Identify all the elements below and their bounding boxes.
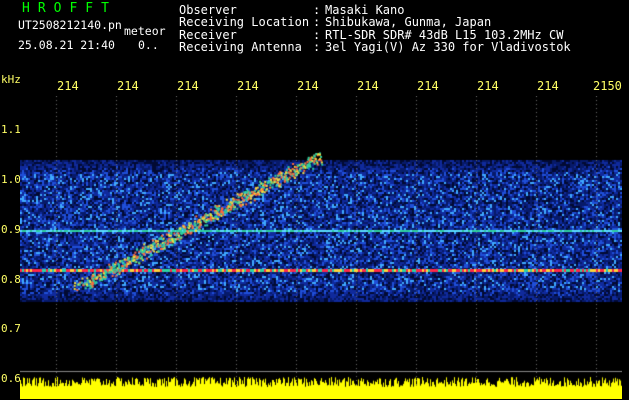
spectrogram-screen: HROFFT UT2508212140.pn meteor 25.08.21 2… <box>0 0 629 400</box>
x-tick-label: 214 <box>237 80 259 93</box>
info-label: Receiving Location <box>179 15 310 30</box>
info-label: Receiving Antenna <box>179 39 302 54</box>
x-tick-label: 214 <box>117 80 139 93</box>
info-row-location: Receiving Location: Shibukawa, Gunma, Jap… <box>179 15 571 30</box>
y-axis-unit: kHz <box>1 73 21 86</box>
x-tick-label: 214 <box>357 80 379 93</box>
x-tick-label: 214 <box>177 80 199 93</box>
info-separator: : <box>313 39 321 54</box>
y-tick-label: 0.7 <box>1 322 21 335</box>
mode-label: meteor <box>124 24 166 38</box>
app-title: HROFFT <box>22 1 117 16</box>
y-tick-label: 0.8 <box>1 273 21 286</box>
info-row-antenna: Receiving Antenna:3el Yagi(V) Az 330 for… <box>179 39 571 54</box>
date-time: 25.08.21 21:40 <box>18 38 115 52</box>
info-separator: : <box>313 15 321 30</box>
x-tick-label: 214 <box>537 80 559 93</box>
file-name: UT2508212140.pn <box>18 18 122 32</box>
info-value: Shibukawa, Gunma, Japan <box>325 15 492 30</box>
count-value: 0.. <box>138 38 159 52</box>
station-info: Observer: Masaki Kano Receiving Location:… <box>179 4 571 53</box>
x-tick-label: 214 <box>477 80 499 93</box>
y-tick-label: 1.0 <box>1 173 21 186</box>
info-value: 3el Yagi(V) Az 330 for Vladivostok <box>325 39 571 54</box>
x-tick-label: 214 <box>57 80 79 93</box>
x-tick-label: 2150 <box>593 80 622 93</box>
x-tick-label: 214 <box>297 80 319 93</box>
y-tick-label: 0.6 <box>1 372 21 385</box>
spectrogram-canvas <box>20 96 622 399</box>
y-tick-label: 1.1 <box>1 123 21 136</box>
x-tick-label: 214 <box>417 80 439 93</box>
y-tick-label: 0.9 <box>1 223 21 236</box>
